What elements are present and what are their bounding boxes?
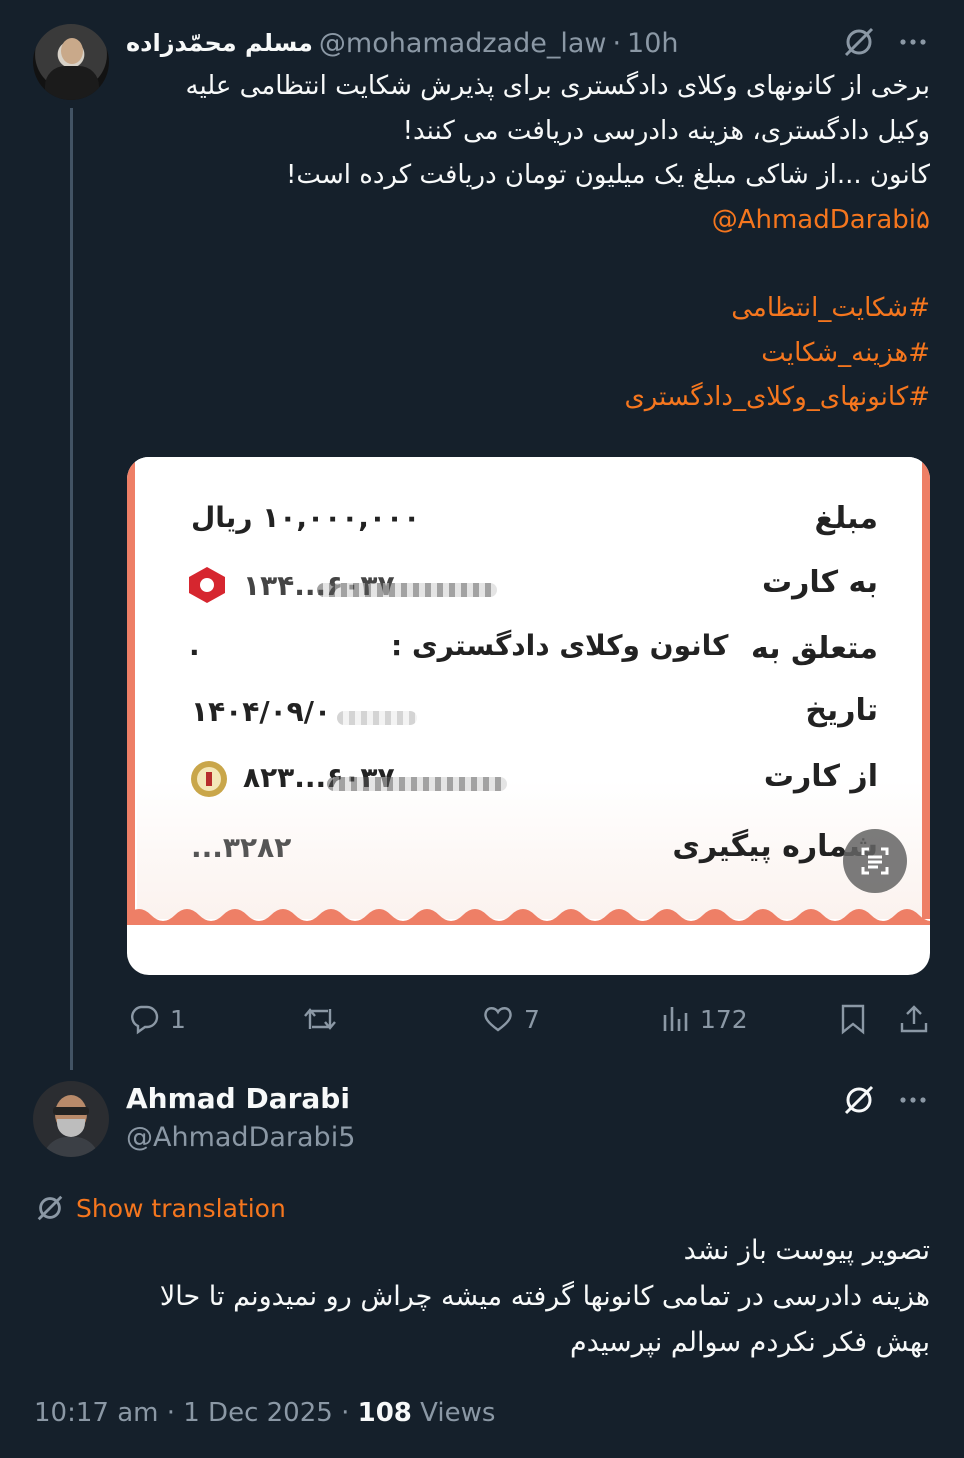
bank-logo-icon (191, 761, 227, 797)
mention-link[interactable]: @AhmadDarabi۵ (186, 198, 930, 243)
receipt-row-owner: متعلق به کانون وکلای دادگستری : . (127, 625, 930, 675)
receipt-wave (127, 909, 930, 925)
tweet-text: برخی از کانونهای وکلای دادگستری برای پذی… (186, 64, 931, 420)
receipt-label: مبلغ (814, 501, 878, 536)
views-button[interactable]: 172 (660, 996, 748, 1042)
receipt-value: ۳۲۸۲... (191, 831, 292, 864)
receipt-value-dot: . (189, 629, 200, 662)
receipt-row-tracking: شماره پیگیری ۳۲۸۲... (127, 821, 930, 871)
hashtag-link[interactable]: #هزینه_شکایت (186, 331, 930, 376)
separator: · (166, 1398, 175, 1428)
redacted-text (337, 711, 417, 725)
views-icon (663, 1007, 688, 1031)
views-count: 172 (700, 1004, 748, 1034)
tweet-timestamp[interactable]: 10:17 am (34, 1398, 158, 1428)
receipt-label: به کارت (761, 565, 878, 600)
redacted-text (317, 583, 497, 597)
tweet-line: برخی از کانونهای وکلای دادگستری برای پذی… (185, 71, 931, 101)
receipt-row-from-card: از کارت ۶۰۳۷...۸۲۳ (127, 755, 930, 805)
more-icon[interactable] (896, 25, 930, 59)
redacted-text (327, 777, 507, 791)
avatar-face (61, 38, 83, 64)
show-translation-link[interactable]: Show translation (34, 1188, 286, 1228)
like-icon (484, 1007, 512, 1032)
tweet-meta: 10:17 am · 1 Dec 2025 · 108 Views (34, 1398, 495, 1428)
receipt-label: از کارت (763, 759, 878, 794)
avatar-body (43, 1137, 99, 1157)
tweet-line: هزینه دادرسی در تمامی کانونها گرفته میشه… (159, 1281, 930, 1312)
parent-tweet[interactable]: مسلم محمّدزاده @mohamadzade_law · 10h بر… (0, 0, 964, 1070)
retweet-icon (304, 1008, 336, 1030)
receipt-row-to-card: به کارت ۶۰۳۷...۱۳۴ (127, 561, 930, 611)
bookmark-button[interactable] (838, 996, 868, 1042)
receipt-label: تاریخ (805, 693, 878, 728)
tweet-line: تصویر پیوست باز نشد (683, 1235, 930, 1266)
thread-line (70, 108, 73, 1070)
avatar[interactable] (33, 1081, 109, 1157)
author-handle[interactable]: @mohamadzade_law (319, 28, 607, 59)
share-button[interactable] (898, 996, 930, 1042)
lens-icon (861, 847, 889, 875)
tweet-header: مسلم محمّدزاده @mohamadzade_law · 10h (126, 26, 679, 60)
avatar-beard (57, 1119, 85, 1137)
avatar-suit (45, 66, 99, 100)
hashtag-link[interactable]: #شکایت_انتظامی (186, 286, 930, 331)
tweet-actions: 1 7 172 (0, 996, 964, 1042)
views-count: 108 (357, 1398, 412, 1428)
avatar-glasses (53, 1107, 89, 1115)
bank-logo-icon (189, 567, 225, 603)
author-handle[interactable]: @AhmadDarabi5 (126, 1122, 355, 1153)
views-label: Views (420, 1398, 496, 1428)
tweet-line: وکیل دادگستری، هزینه دادرسی دریافت می کن… (402, 115, 930, 146)
translate-icon (37, 1195, 63, 1221)
show-translation-label: Show translation (76, 1193, 286, 1223)
grok-icon[interactable] (842, 25, 876, 59)
separator: · (341, 1398, 350, 1428)
tweet-line: بهش فکر نکردم سوالم نپرسیدم (570, 1327, 930, 1358)
like-count: 7 (524, 1004, 540, 1034)
reply-button[interactable]: 1 (128, 996, 186, 1042)
tweet-text: تصویر پیوست باز نشد هزینه دادرسی در تمام… (160, 1228, 930, 1366)
author-name[interactable]: مسلم محمّدزاده (126, 29, 313, 57)
bookmark-icon (841, 1004, 865, 1035)
reply-count: 1 (170, 1004, 186, 1034)
receipt-value: ۱۰,۰۰۰,۰۰۰ ریال (191, 501, 421, 534)
retweet-button[interactable] (302, 996, 338, 1042)
tweet-time[interactable]: 10h (627, 28, 678, 59)
lens-button[interactable] (843, 829, 907, 893)
receipt-value: کانون وکلای دادگستری : (391, 629, 729, 662)
receipt-row-date: تاریخ ۱۴۰۴/۰۹/۰ (127, 689, 930, 739)
avatar[interactable] (33, 24, 109, 100)
receipt-label: متعلق به (751, 631, 878, 666)
author-name[interactable]: Ahmad Darabi (126, 1082, 350, 1115)
tweet-line: کانون ...از شاکی مبلغ یک میلیون تومان در… (286, 160, 930, 190)
receipt-row-amount: مبلغ ۱۰,۰۰۰,۰۰۰ ریال (127, 497, 930, 547)
separator: · (612, 27, 622, 59)
grok-icon[interactable] (842, 1083, 876, 1117)
receipt-value: ۱۴۰۴/۰۹/۰ (191, 695, 332, 728)
tweet-date[interactable]: 1 Dec 2025 (183, 1398, 333, 1428)
like-button[interactable]: 7 (482, 996, 540, 1042)
share-icon (900, 1005, 928, 1033)
reply-icon (131, 1005, 159, 1035)
attached-image[interactable]: مبلغ ۱۰,۰۰۰,۰۰۰ ریال به کارت ۶۰۳۷...۱۳۴ … (127, 457, 930, 975)
more-icon[interactable] (896, 1083, 930, 1117)
hashtag-link[interactable]: #کانونهای_وکلای_دادگستری (186, 375, 930, 420)
